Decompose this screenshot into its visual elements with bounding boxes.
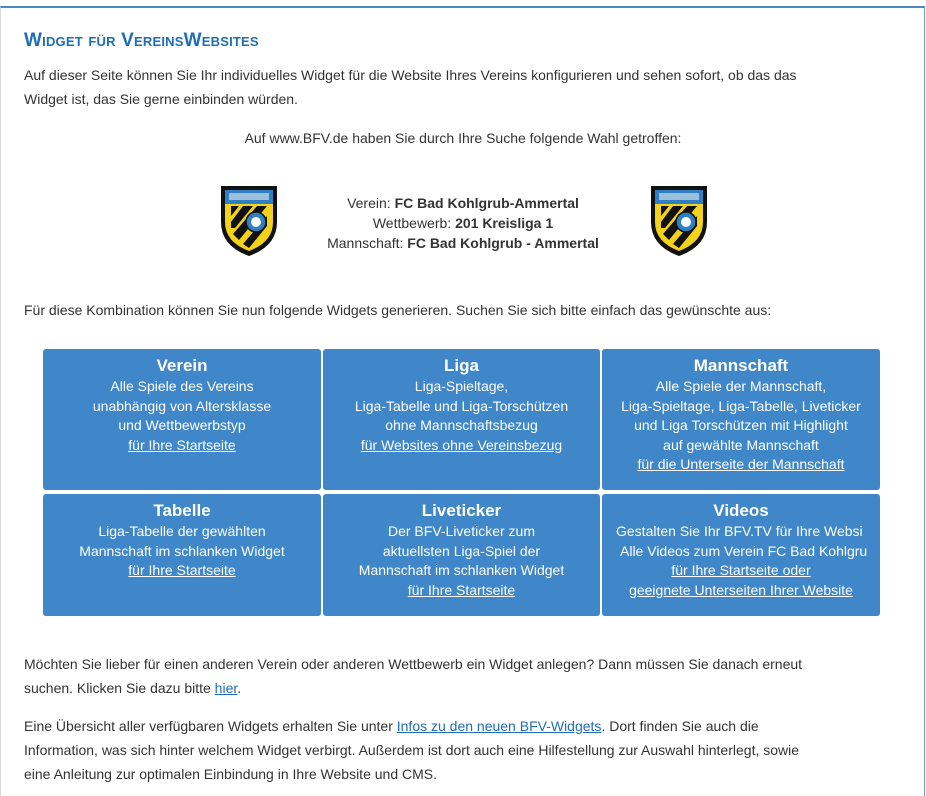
tile-title: Videos	[713, 501, 769, 520]
tile-desc: auf gewählte Mannschaft	[663, 436, 819, 453]
here-link[interactable]: hier	[215, 680, 238, 696]
club-crest-icon	[221, 186, 277, 256]
tile-title: Tabelle	[153, 501, 211, 520]
tile-desc: und Wettbewerbstyp	[118, 417, 246, 433]
tile-title: Verein	[156, 356, 208, 375]
tile-desc: aktuellsten Liga-Spiel der	[382, 542, 541, 559]
tile-link-verein[interactable]: für Ihre Startseite	[128, 437, 235, 453]
tile-desc: Liga-Spieltage, Liga-Tabelle, Liveticker	[621, 397, 861, 414]
other-search-line-1: Möchten Sie lieber für einen anderen Ver…	[24, 656, 803, 672]
widget-tile-liveticker[interactable]: Liveticker Der BFV-Liveticker zum aktuel…	[323, 494, 600, 616]
widget-tile-verein[interactable]: Verein Alle Spiele des Vereins unabhängi…	[43, 349, 321, 490]
club-crest-icon	[651, 186, 707, 256]
selection-mannschaft: Mannschaft: FC Bad Kohlgrub - Ammertal	[327, 235, 599, 251]
tile-desc: Alle Spiele des Vereins	[110, 378, 254, 394]
overview-line-2: Information, was sich hinter welchem Wid…	[24, 742, 800, 758]
tile-desc: Mannschaft im schlanken Widget	[79, 542, 285, 559]
tile-title: Liga	[444, 356, 479, 375]
tile-link-mannschaft[interactable]: für die Unterseite der Mannschaft	[638, 456, 845, 472]
tile-link-liveticker[interactable]: für Ihre Startseite	[408, 582, 515, 598]
overview-text: Eine Übersicht aller verfügbaren Widgets…	[24, 714, 900, 786]
tile-desc: unabhängig von Altersklasse	[92, 397, 272, 414]
tile-desc: und Liga Torschützen mit Highlight	[634, 417, 848, 433]
other-search-line-2: suchen. Klicken Sie dazu bitte hier.	[24, 680, 242, 696]
tile-desc: Alle Videos zum Verein FC Bad Kohlgru	[620, 542, 868, 559]
tile-desc: Liga-Tabelle der gewählten	[98, 523, 266, 539]
overview-line-3: eine Anleitung zur optimalen Einbindung …	[24, 766, 437, 782]
widget-info-link[interactable]: Infos zu den neuen BFV-Widgets	[397, 718, 602, 734]
selection-summary: Verein: FC Bad Kohlgrub-Ammertal Wettbew…	[300, 193, 626, 253]
tile-link-liga[interactable]: für Websites ohne Vereinsbezug	[361, 437, 562, 453]
tile-title: Liveticker	[421, 501, 502, 520]
tile-link-videos-startseite[interactable]: für Ihre Startseite oder	[671, 562, 810, 578]
tile-desc: Der BFV-Liveticker zum	[387, 523, 536, 539]
tile-desc: Mannschaft im schlanken Widget	[358, 562, 565, 578]
tile-title: Mannschaft	[693, 356, 789, 375]
selection-wettbewerb: Wettbewerb: 201 Kreisliga 1	[372, 215, 554, 231]
intro-text: Auf dieser Seite können Sie Ihr individu…	[24, 63, 900, 111]
combination-text: Für diese Kombination können Sie nun fol…	[24, 302, 772, 318]
tile-link-videos-unterseiten[interactable]: geeignete Unterseiten Ihrer Website	[629, 582, 853, 598]
tile-desc: Liga-Spieltage,	[414, 378, 509, 394]
tile-desc: Gestalten Sie Ihr BFV.TV für Ihre Websi	[616, 523, 863, 539]
page-title: Widget für VereinsWebsites	[24, 30, 259, 51]
overview-line-1: Eine Übersicht aller verfügbaren Widgets…	[24, 718, 759, 734]
widget-tile-videos[interactable]: Videos Gestalten Sie Ihr BFV.TV für Ihre…	[602, 494, 880, 616]
search-info-text: Auf www.BFV.de haben Sie durch Ihre Such…	[244, 130, 682, 146]
tile-desc: ohne Mannschaftsbezug	[385, 417, 538, 433]
widget-tile-tabelle[interactable]: Tabelle Liga-Tabelle der gewählten Manns…	[43, 494, 321, 616]
widget-tile-mannschaft[interactable]: Mannschaft Alle Spiele der Mannschaft, L…	[602, 349, 880, 490]
intro-line-2: Widget ist, das Sie gerne einbinden würd…	[24, 91, 298, 107]
widget-tile-liga[interactable]: Liga Liga-Spieltage, Liga-Tabelle und Li…	[323, 349, 600, 490]
selection-verein: Verein: FC Bad Kohlgrub-Ammertal	[347, 195, 579, 211]
tile-desc: Liga-Tabelle und Liga-Torschützen	[354, 397, 569, 414]
tile-link-tabelle[interactable]: für Ihre Startseite	[128, 562, 235, 578]
other-search-text: Möchten Sie lieber für einen anderen Ver…	[24, 652, 900, 700]
intro-line-1: Auf dieser Seite können Sie Ihr individu…	[24, 67, 797, 83]
tile-desc: Alle Spiele der Mannschaft,	[655, 378, 827, 394]
